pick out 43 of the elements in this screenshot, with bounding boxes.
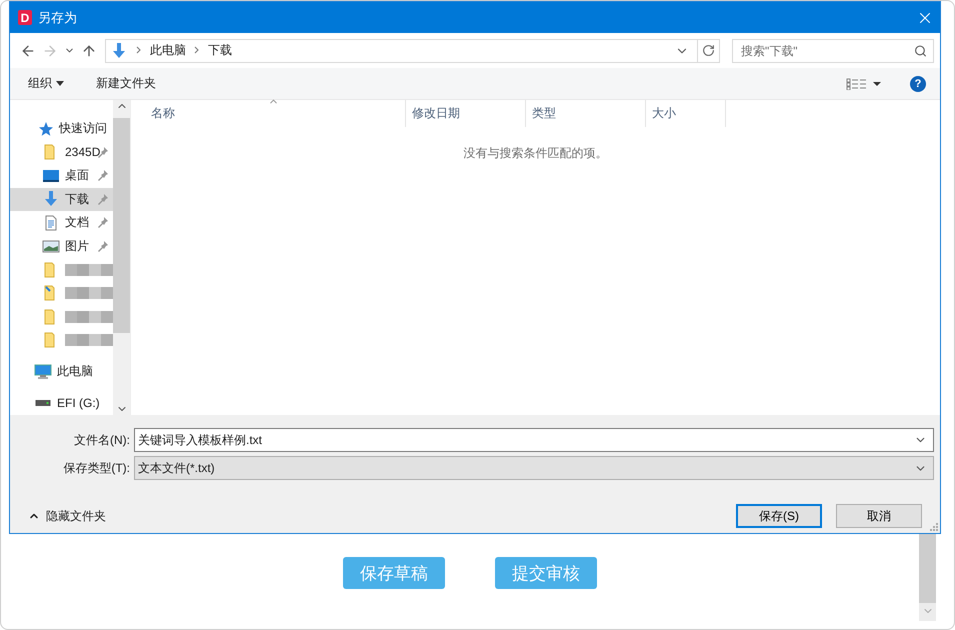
desktop-icon bbox=[42, 168, 60, 184]
caret-icon bbox=[56, 81, 64, 86]
drive-icon bbox=[34, 400, 52, 406]
download-icon bbox=[110, 42, 128, 58]
app-logo: D bbox=[18, 10, 32, 25]
search-icon[interactable] bbox=[914, 44, 927, 57]
column-header[interactable]: 类型 bbox=[526, 100, 646, 127]
column-header[interactable]: 名称 bbox=[131, 100, 406, 127]
help-button[interactable]: ? bbox=[910, 76, 926, 92]
breadcrumb[interactable]: 下载 bbox=[208, 42, 232, 59]
column-header[interactable]: 修改日期 bbox=[406, 100, 526, 127]
file-type-dropdown[interactable]: 文本文件(*.txt) bbox=[134, 456, 934, 480]
file-name-field[interactable]: 关键词导入模板样例.txt bbox=[134, 428, 934, 452]
field-label: 文件名(N): bbox=[73, 432, 131, 448]
resize-grip-icon[interactable] bbox=[930, 523, 938, 531]
sidebar-item[interactable]: 此电脑 bbox=[10, 360, 113, 384]
sidebar-item[interactable]: 文档 bbox=[10, 211, 113, 234]
sidebar-item[interactable]: 2345D bbox=[10, 140, 113, 164]
computer-icon bbox=[34, 364, 52, 380]
picture-icon bbox=[42, 238, 60, 254]
sidebar-item[interactable]: 桌面 bbox=[10, 164, 113, 188]
download-icon bbox=[42, 191, 60, 208]
address-bar[interactable]: 此电脑 下载 bbox=[105, 38, 720, 62]
cancel-button[interactable]: 取消 bbox=[836, 504, 922, 528]
field-label: 保存类型(T): bbox=[62, 460, 131, 476]
new-folder-button[interactable]: 新建文件夹 bbox=[94, 73, 158, 94]
scrollbar[interactable] bbox=[113, 100, 130, 415]
scrollbar[interactable] bbox=[919, 533, 936, 621]
column-header[interactable]: 大小 bbox=[646, 100, 726, 127]
back-icon[interactable] bbox=[20, 42, 36, 58]
search-field[interactable]: 搜索"下载" bbox=[732, 38, 934, 62]
view-options-icon[interactable] bbox=[846, 78, 882, 90]
window-title: 另存为 bbox=[38, 8, 78, 26]
hide-folders-button[interactable]: 隐藏文件夹 bbox=[22, 506, 112, 526]
breadcrumb[interactable]: 此电脑 bbox=[150, 42, 186, 59]
empty-message: 没有与搜索条件匹配的项。 bbox=[462, 145, 608, 162]
save-button[interactable]: 保存(S) bbox=[736, 504, 822, 528]
sidebar-item[interactable]: EFI (G:) bbox=[10, 392, 113, 415]
sidebar-item[interactable]: 图片 bbox=[10, 234, 113, 258]
up-icon[interactable] bbox=[81, 42, 97, 58]
organize-menu[interactable]: 组织 bbox=[26, 73, 66, 94]
sidebar-item[interactable]: 快速访问 bbox=[10, 117, 113, 140]
selected-sidebar-item[interactable]: 下载 bbox=[10, 188, 113, 211]
